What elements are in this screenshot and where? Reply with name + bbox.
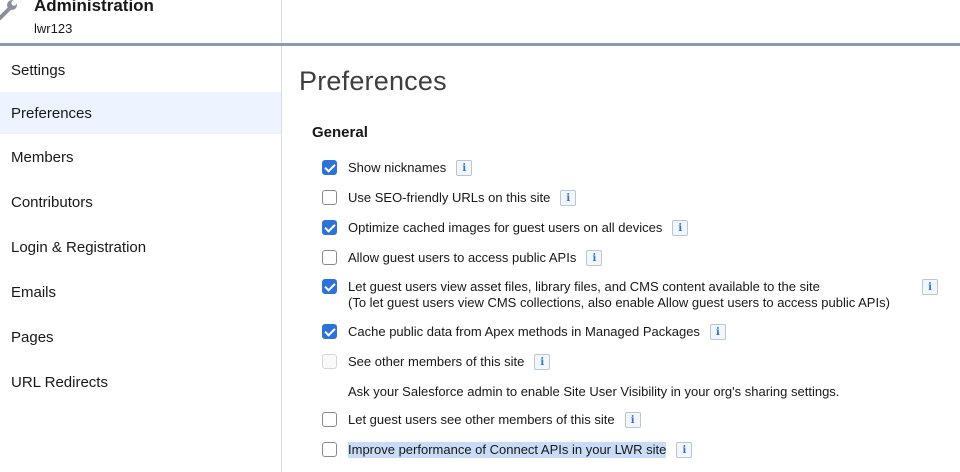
option-label: Improve performance of Connect APIs in y… (348, 442, 667, 458)
option-optimize-cached-images: Optimize cached images for guest users o… (322, 220, 689, 236)
sidebar-item-preferences[interactable]: Preferences (0, 92, 281, 134)
seo-friendly-urls-checkbox[interactable] (322, 190, 337, 205)
option-label: Show nicknames (348, 160, 447, 175)
main-content: Preferences General Show nicknames i Use… (283, 46, 960, 472)
cache-apex-data-checkbox[interactable] (322, 324, 337, 339)
info-icon[interactable]: i (922, 279, 938, 295)
option-label: Cache public data from Apex methods in M… (348, 324, 700, 339)
app-header: Administration lwr123 (0, 0, 282, 45)
page-title: Preferences (299, 66, 447, 96)
sidebar-item-settings[interactable]: Settings (0, 49, 281, 91)
connect-api-performance-checkbox[interactable] (322, 442, 337, 457)
sidebar-item-pages[interactable]: Pages (0, 316, 281, 358)
option-guest-public-apis: Allow guest users to access public APIs … (322, 250, 603, 266)
option-seo-friendly-urls: Use SEO-friendly URLs on this site i (322, 190, 577, 206)
option-show-nicknames: Show nicknames i (322, 160, 473, 176)
top-header: Administration lwr123 (0, 0, 960, 46)
option-see-other-members: See other members of this site i (322, 354, 551, 370)
option-label: Let guest users see other members of thi… (348, 412, 615, 427)
sidebar-item-label: Contributors (11, 193, 93, 211)
see-other-members-checkbox (322, 354, 337, 369)
sidebar: Settings Preferences Members Contributor… (0, 46, 282, 472)
guest-public-apis-checkbox[interactable] (322, 250, 337, 265)
info-icon[interactable]: i (586, 250, 603, 266)
option-guest-see-members: Let guest users see other members of thi… (322, 412, 641, 428)
sidebar-item-login-registration[interactable]: Login & Registration (0, 226, 281, 268)
sidebar-item-label: Members (11, 148, 74, 166)
sidebar-item-label: Settings (11, 61, 66, 79)
visibility-note: Ask your Salesforce admin to enable Site… (348, 384, 840, 399)
site-name: lwr123 (34, 21, 73, 36)
sidebar-item-label: URL Redirects (11, 373, 108, 391)
option-label: See other members of this site (348, 354, 525, 369)
sidebar-item-emails[interactable]: Emails (0, 271, 281, 313)
guest-view-assets-checkbox[interactable] (322, 279, 337, 294)
info-icon[interactable]: i (624, 412, 641, 428)
option-label: Optimize cached images for guest users o… (348, 220, 663, 235)
app-title: Administration (34, 0, 154, 15)
option-cache-apex-data: Cache public data from Apex methods in M… (322, 324, 726, 340)
info-icon[interactable]: i (709, 324, 726, 340)
show-nicknames-checkbox[interactable] (322, 160, 337, 175)
info-icon[interactable]: i (672, 220, 689, 236)
option-sublabel: (To let guest users view CMS collections… (348, 295, 890, 310)
info-icon[interactable]: i (676, 442, 693, 458)
option-label: Use SEO-friendly URLs on this site (348, 190, 551, 205)
sidebar-item-url-redirects[interactable]: URL Redirects (0, 361, 281, 403)
info-icon[interactable]: i (560, 190, 577, 206)
wrench-icon (0, 0, 20, 20)
option-label: Allow guest users to access public APIs (348, 250, 577, 265)
section-title-general: General (312, 124, 368, 141)
sidebar-item-contributors[interactable]: Contributors (0, 181, 281, 223)
sidebar-item-label: Login & Registration (11, 238, 147, 256)
option-guest-view-assets: Let guest users view asset files, librar… (322, 279, 942, 311)
sidebar-item-label: Emails (11, 283, 57, 301)
info-icon[interactable]: i (534, 354, 551, 370)
option-label-group: Let guest users view asset files, librar… (348, 279, 890, 311)
guest-see-members-checkbox[interactable] (322, 412, 337, 427)
info-icon[interactable]: i (456, 160, 473, 176)
sidebar-item-label: Preferences (11, 104, 92, 122)
option-label: Let guest users view asset files, librar… (348, 279, 820, 294)
sidebar-item-label: Pages (11, 328, 54, 346)
option-connect-api-performance: Improve performance of Connect APIs in y… (322, 442, 693, 458)
sidebar-item-members[interactable]: Members (0, 136, 281, 178)
optimize-cached-images-checkbox[interactable] (322, 220, 337, 235)
